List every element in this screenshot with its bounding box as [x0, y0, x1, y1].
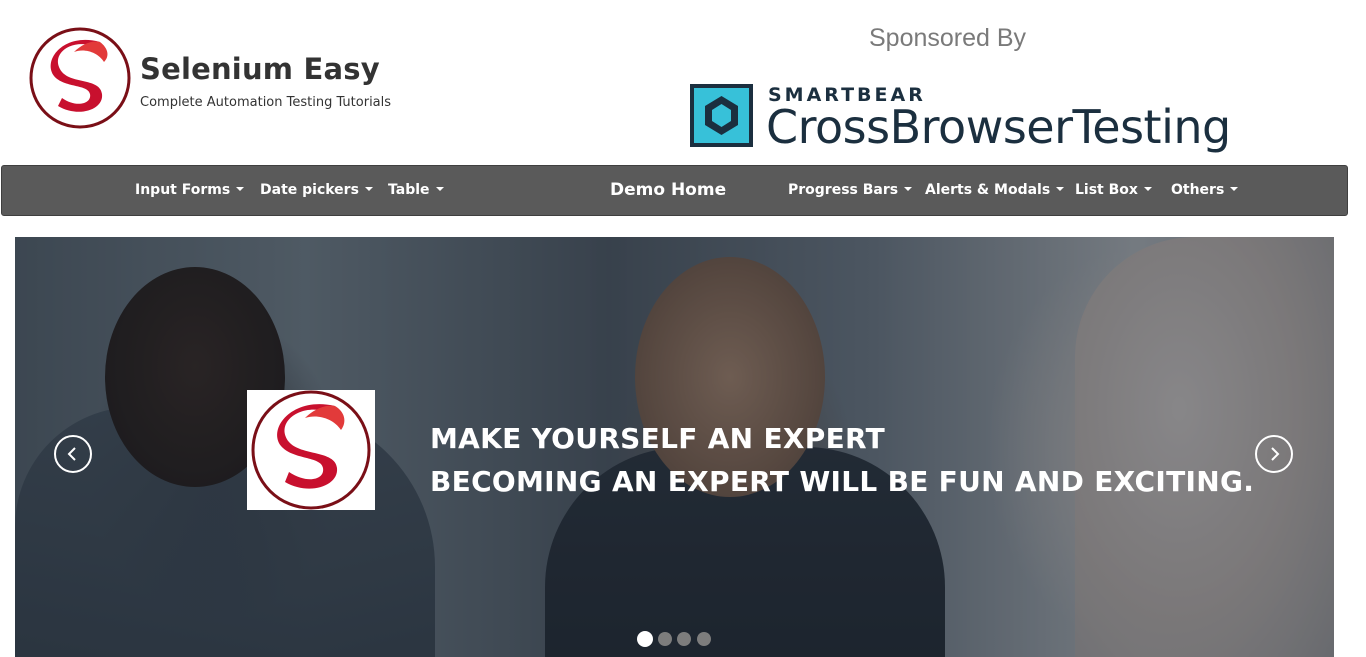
sponsor-product[interactable]: CrossBrowserTesting: [766, 100, 1231, 154]
nav-date-pickers-label: Date pickers: [260, 182, 359, 198]
caret-down-icon: [904, 187, 913, 191]
crossbrowsertesting-logo-icon[interactable]: [690, 84, 753, 147]
nav-table[interactable]: Table: [388, 166, 444, 215]
slide-heading-line2: BECOMING AN EXPERT WILL BE FUN AND EXCIT…: [430, 465, 1255, 498]
nav-table-label: Table: [388, 182, 430, 198]
nav-others-label: Others: [1171, 182, 1225, 198]
nav-progress-bars-label: Progress Bars: [788, 182, 899, 198]
slide-heading-line1: MAKE YOURSELF AN EXPERT: [430, 422, 886, 455]
caret-down-icon: [435, 187, 444, 191]
nav-demo-home-label: Demo Home: [610, 180, 727, 200]
nav-others[interactable]: Others: [1171, 166, 1239, 215]
chevron-left-icon: [67, 447, 76, 461]
carousel-indicator-4[interactable]: [697, 632, 711, 646]
caret-down-icon: [364, 187, 373, 191]
nav-progress-bars[interactable]: Progress Bars: [788, 166, 913, 215]
main-navbar: Input Forms Date pickers Table Demo Home…: [1, 165, 1348, 216]
nav-list-box-label: List Box: [1075, 182, 1138, 198]
caret-down-icon: [1230, 187, 1239, 191]
selenium-easy-slide-logo-icon: [251, 390, 371, 510]
nav-alerts-modals-label: Alerts & Modals: [925, 182, 1051, 198]
caret-down-icon: [236, 187, 245, 191]
nav-date-pickers[interactable]: Date pickers: [260, 166, 373, 215]
carousel-indicator-2[interactable]: [658, 632, 672, 646]
brand-name[interactable]: Selenium Easy: [140, 52, 380, 86]
carousel-indicator-3[interactable]: [677, 632, 691, 646]
brand-tagline: Complete Automation Testing Tutorials: [140, 95, 392, 110]
site-header: Selenium Easy Complete Automation Testin…: [0, 0, 1366, 165]
carousel-indicator-1[interactable]: [637, 631, 653, 647]
selenium-easy-logo-icon[interactable]: [28, 26, 132, 130]
caret-down-icon: [1056, 187, 1065, 191]
nav-list-box[interactable]: List Box: [1075, 166, 1152, 215]
hero-carousel: MAKE YOURSELF AN EXPERT BECOMING AN EXPE…: [15, 237, 1334, 657]
carousel-next-button[interactable]: [1255, 435, 1293, 473]
slide-heading: MAKE YOURSELF AN EXPERT BECOMING AN EXPE…: [430, 417, 1254, 503]
nav-input-forms[interactable]: Input Forms: [135, 166, 245, 215]
caret-down-icon: [1143, 187, 1152, 191]
slide-logo: [247, 390, 375, 510]
chevron-right-icon: [1271, 447, 1280, 461]
nav-input-forms-label: Input Forms: [135, 182, 231, 198]
nav-alerts-modals[interactable]: Alerts & Modals: [925, 166, 1065, 215]
carousel-prev-button[interactable]: [54, 435, 92, 473]
sponsor-label: Sponsored By: [869, 24, 1027, 52]
nav-demo-home[interactable]: Demo Home: [610, 166, 726, 215]
